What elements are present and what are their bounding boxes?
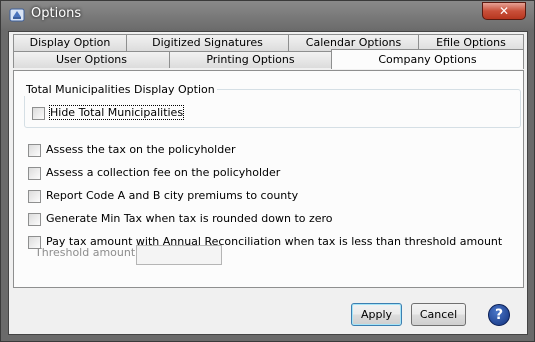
checkbox-label: Assess a collection fee on the policyhol… [46,166,281,179]
options-window: Options ✕ Display Option Digitized Signa… [0,0,535,342]
help-button[interactable]: ? [488,304,510,326]
tab-label: User Options [55,53,127,66]
tab-label: Efile Options [436,36,506,49]
close-icon: ✕ [498,4,510,18]
tab-label: Display Option [29,36,111,49]
apply-button[interactable]: Apply [351,303,402,326]
checkbox-label: Assess the tax on the policyholder [46,143,236,156]
help-icon: ? [494,307,504,323]
threshold-amount-input[interactable] [136,245,222,265]
checkbox-box[interactable] [28,167,41,180]
tab-label: Digitized Signatures [152,36,263,49]
checkbox-label: Generate Min Tax when tax is rounded dow… [46,212,333,225]
apply-button-label: Apply [360,308,393,321]
checkbox-label: Report Code A and B city premiums to cou… [46,189,299,202]
checkbox-box[interactable] [32,107,45,120]
checkbox-box[interactable] [28,213,41,226]
tab-display-option[interactable]: Display Option [13,34,127,51]
cancel-button-label: Cancel [419,308,458,321]
window-title: Options [31,6,82,21]
group-title: Total Municipalities Display Option [24,83,217,96]
dialog-client-area: Display Option Digitized Signatures Cale… [8,31,528,335]
app-icon [9,8,25,22]
checkbox-label: Hide Total Municipalities [48,105,185,120]
close-button[interactable]: ✕ [482,2,526,20]
checkbox-box[interactable] [28,144,41,157]
title-bar[interactable]: Options ✕ [1,1,534,29]
threshold-amount-label: Threshold amount [35,246,136,259]
checkbox-box[interactable] [28,190,41,203]
tab-user-options[interactable]: User Options [13,51,170,68]
tab-digitized-signatures[interactable]: Digitized Signatures [126,34,289,51]
tab-label: Printing Options [206,53,295,66]
tab-company-options[interactable]: Company Options [331,49,524,69]
tab-printing-options[interactable]: Printing Options [169,51,332,68]
tab-label: Calendar Options [305,36,402,49]
cancel-button[interactable]: Cancel [411,303,466,326]
tab-label: Company Options [378,53,477,66]
